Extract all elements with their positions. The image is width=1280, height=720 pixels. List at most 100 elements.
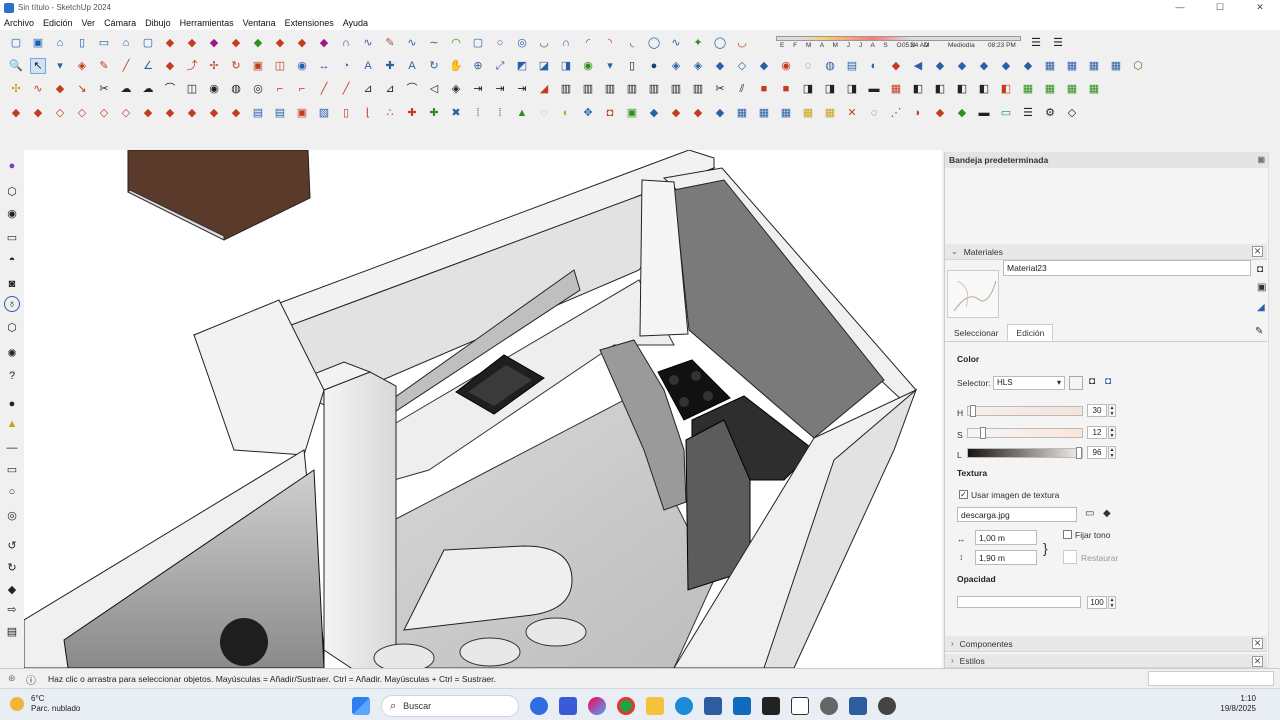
spiral-icon[interactable]: ◎ [514,35,530,51]
fredo-tool-7-icon[interactable]: ▥ [690,81,706,97]
move-icon[interactable]: ✢ [206,58,222,74]
cap-icon[interactable]: ◓ [4,252,20,268]
loop-icon[interactable]: ◌ [536,105,552,121]
shadow-settings[interactable]: E F M A M J J A S O N D 05:24 AM Mediodí… [776,34,1026,52]
iso-view-icon[interactable]: ▢ [140,35,156,51]
edge-loop-icon[interactable]: ◇ [118,105,134,121]
autocad-icon[interactable] [559,697,577,715]
menu-edicion[interactable]: Edición [43,18,73,28]
box-small-3-icon[interactable]: ◆ [690,105,706,121]
styles-icon[interactable]: ◆ [712,58,728,74]
solid-union-icon[interactable]: ◉ [778,58,794,74]
menu-archivo[interactable]: Archivo [4,18,34,28]
curve-3-icon[interactable]: ∩ [558,35,574,51]
geo-location-icon[interactable]: ⊛ [8,673,16,684]
round-2-icon[interactable]: ◍ [228,81,244,97]
github-icon[interactable] [878,697,896,715]
follow-me-icon[interactable]: ⤴ [184,58,200,74]
pan-icon[interactable]: ✋ [448,58,464,74]
text-icon[interactable]: A [360,58,376,74]
grid-view-1-icon[interactable]: ▦ [1042,58,1058,74]
h-slider-knob[interactable] [970,405,976,417]
stretch-box-icon[interactable]: ◇ [96,105,112,121]
circle-curve-icon[interactable]: ○ [492,35,508,51]
target-icon[interactable]: ◉ [4,206,20,222]
profile-icon[interactable]: ● [4,158,20,174]
chrome-icon[interactable] [617,697,635,715]
tab-edicion[interactable]: Edición [1007,324,1054,341]
l-value[interactable]: 96 [1087,446,1107,459]
table-tool-5-icon[interactable]: ▦ [822,105,838,121]
shield-icon[interactable]: ◗ [910,105,926,121]
material-name-field[interactable]: Material23 [1003,260,1251,276]
tv-app-icon[interactable] [762,697,780,715]
rectangle-curve-icon[interactable]: ▢ [470,35,486,51]
sandbox-drape-icon[interactable]: ◆ [250,35,266,51]
mirror-2-icon[interactable]: ◨ [822,81,838,97]
curve-7-icon[interactable]: ◯ [646,35,662,51]
bezier-curve-icon[interactable]: ∩ [338,35,354,51]
restore-button[interactable] [1063,550,1077,564]
camera-down-icon[interactable]: ◆ [998,58,1014,74]
grid-view-3-icon[interactable]: ▦ [1086,58,1102,74]
solid-shell-icon[interactable]: ◐ [866,58,882,74]
triangle-icon[interactable]: ▲ [514,105,530,121]
camera-up-icon[interactable]: ◆ [976,58,992,74]
circle-icon[interactable]: ○ [4,484,20,500]
maximize-button[interactable]: ☐ [1200,0,1240,15]
hexagons-icon[interactable]: ⬡ [1130,58,1146,74]
cloud-2-icon[interactable]: ☁ [140,81,156,97]
layers-3-icon[interactable]: ◧ [954,81,970,97]
close-styles-icon[interactable]: ✕ [1252,656,1263,667]
weather-widget[interactable]: 6°C Parc. nublado [10,694,80,714]
sandbox-flip-edge-icon[interactable]: ◆ [294,35,310,51]
chain-icon[interactable]: ∴ [382,105,398,121]
orbit-icon[interactable]: ↻ [426,58,442,74]
settings-gear-icon[interactable]: ⚙ [1042,105,1058,121]
arrow-tool-icon[interactable]: ↘ [74,81,90,97]
menu-extensiones[interactable]: Extensiones [285,18,334,28]
menu-camara[interactable]: Cámara [104,18,136,28]
fredo-tool-2-icon[interactable]: ▥ [580,81,596,97]
l-slider[interactable] [967,447,1083,459]
color-selector-dropdown[interactable]: HLS ▾ [993,376,1065,390]
cloud-icon[interactable]: ☁ [118,81,134,97]
section-display-icon[interactable]: ◪ [536,58,552,74]
outlook-icon[interactable] [733,697,751,715]
paint-icon[interactable]: ◆ [4,582,20,598]
select-tool-icon[interactable]: ↖ [30,58,46,74]
document-icon[interactable]: ▤ [4,624,20,640]
fredo-tool-4-icon[interactable]: ▥ [624,81,640,97]
solid-trim-icon[interactable]: ◍ [822,58,838,74]
s-spinner[interactable]: ▲ ▼ [1108,426,1116,439]
stretch-icon[interactable]: ⇥ [470,81,486,97]
shadow-toggle-icon[interactable]: ☰ [1028,35,1044,51]
curve-tool-2-icon[interactable]: ◁ [426,81,442,97]
materials-panel-header[interactable]: ⌄ Materiales ✕ [945,244,1267,260]
stairs-2-icon[interactable]: ⊿ [382,81,398,97]
sandbox-from-scratch-icon[interactable]: ◆ [184,35,200,51]
material-preview[interactable] [947,270,999,318]
position-icon[interactable]: ◆ [1020,58,1036,74]
warning-icon[interactable]: ▲ [4,416,20,432]
table-tool-2-icon[interactable]: ▦ [756,105,772,121]
points-2-icon[interactable]: ⁞ [492,105,508,121]
taskbar-search[interactable]: ⌕ Buscar [381,695,519,717]
bridge-icon[interactable]: ◆ [140,105,156,121]
curve-6-icon[interactable]: ◟ [624,35,640,51]
close-components-icon[interactable]: ✕ [1252,638,1263,649]
slice-icon[interactable]: ⫽ [734,81,750,97]
grid-view-2-icon[interactable]: ▦ [1064,58,1080,74]
menu-ver[interactable]: Ver [82,18,96,28]
match-color-icon[interactable]: ◘ [1089,376,1095,387]
curve-8-icon[interactable]: ∿ [668,35,684,51]
eraser-tool-icon[interactable]: ◈ [74,58,90,74]
lighting-icon[interactable]: ◆ [756,58,772,74]
spline-icon[interactable]: ∿ [404,35,420,51]
cylinder-icon[interactable]: ▣ [294,105,310,121]
sandbox-extra-icon[interactable]: ◆ [316,35,332,51]
mirror-icon[interactable]: ◨ [800,81,816,97]
tape-measure-icon[interactable]: ◉ [294,58,310,74]
join-icon[interactable]: ◇ [52,105,68,121]
cross-icon[interactable]: ✚ [404,105,420,121]
